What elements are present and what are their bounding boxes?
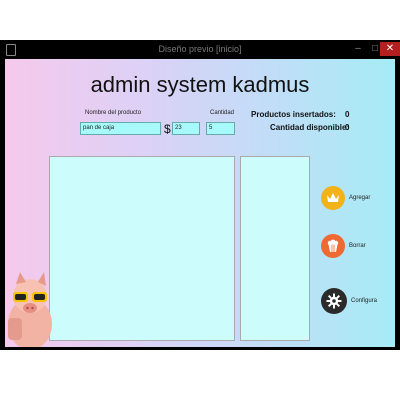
page-title: admin system kadmus — [90, 72, 310, 97]
popcorn-icon — [321, 234, 345, 258]
configure-button[interactable]: Configura — [321, 288, 377, 314]
product-name-label: Nombre del producto — [85, 110, 142, 116]
delete-button-label: Borrar — [349, 243, 366, 249]
quantity-list-area[interactable] — [240, 156, 310, 341]
add-button[interactable]: Agregar — [321, 186, 370, 210]
inserted-products-label: Productos insertados: — [251, 110, 336, 119]
quantity-label: Cantidad — [210, 110, 235, 116]
delete-button[interactable]: Borrar — [321, 234, 366, 258]
product-list-area[interactable] — [49, 156, 235, 341]
price-input[interactable]: 23 — [172, 122, 200, 135]
available-quantity-label: Cantidad disponible: — [270, 123, 350, 132]
app-window: Diseño previo [inicio] – □ ✕ admin syste… — [0, 40, 400, 350]
crown-icon — [321, 186, 345, 210]
configure-button-label: Configura — [351, 298, 378, 304]
product-name-input[interactable]: pan de caja — [80, 122, 161, 135]
available-quantity-value: 0 — [345, 123, 350, 132]
quantity-input[interactable]: 5 — [206, 122, 235, 135]
window-title: Diseño previo [inicio] — [158, 44, 242, 54]
add-button-label: Agregar — [349, 195, 371, 201]
inserted-products-value: 0 — [345, 110, 350, 119]
minimize-button[interactable]: – — [349, 42, 367, 56]
gear-icon — [321, 288, 347, 314]
close-button[interactable]: ✕ — [380, 42, 400, 56]
currency-symbol: $ — [164, 122, 171, 136]
piggy-bank-mascot-image — [8, 272, 52, 347]
main-panel: admin system kadmus Nombre del producto … — [5, 59, 395, 347]
title-bar[interactable]: Diseño previo [inicio] – □ ✕ — [0, 40, 400, 59]
